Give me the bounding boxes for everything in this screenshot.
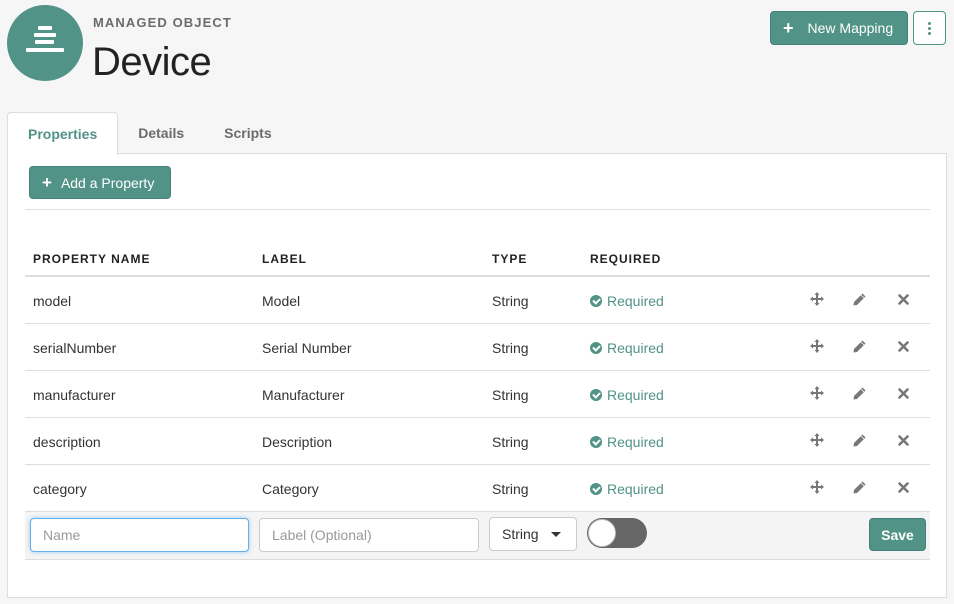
property-type: String: [492, 387, 529, 403]
managed-object-icon: [7, 5, 83, 81]
table-row: serialNumber Serial Number String Requir…: [25, 324, 930, 371]
delete-x-icon[interactable]: [894, 431, 912, 449]
required-status: Required: [590, 293, 664, 309]
property-type: String: [492, 481, 529, 497]
delete-x-icon[interactable]: [894, 290, 912, 308]
property-label: Manufacturer: [262, 387, 345, 403]
add-property-label: Add a Property: [60, 174, 155, 191]
plus-icon: +: [42, 173, 52, 192]
move-icon[interactable]: [808, 478, 826, 496]
divider: [25, 209, 930, 210]
vertical-ellipsis-icon: [928, 21, 931, 35]
property-label-input[interactable]: [259, 518, 479, 552]
tab-details[interactable]: Details: [118, 112, 204, 154]
page-title: Device: [92, 40, 212, 84]
new-mapping-button[interactable]: + New Mapping: [770, 11, 908, 45]
required-text: Required: [607, 481, 664, 497]
required-text: Required: [607, 340, 664, 356]
table-row: description Description String Required: [25, 418, 930, 465]
property-label: Category: [262, 481, 319, 497]
new-property-row: String Save: [25, 512, 930, 560]
toggle-knob: [588, 519, 616, 547]
plus-icon: +: [783, 18, 794, 38]
object-type-label: MANAGED OBJECT: [93, 15, 232, 30]
save-button[interactable]: Save: [869, 518, 926, 551]
required-status: Required: [590, 434, 664, 450]
property-type: String: [492, 293, 529, 309]
property-type-select[interactable]: String: [489, 517, 577, 551]
edit-pencil-icon[interactable]: [850, 290, 868, 308]
property-label: Description: [262, 434, 333, 450]
page-header: MANAGED OBJECT Device + New Mapping: [0, 0, 954, 100]
check-circle-icon: [590, 483, 602, 495]
check-circle-icon: [590, 342, 602, 354]
column-header-type: TYPE: [492, 252, 528, 266]
required-status: Required: [590, 340, 664, 356]
table-row: model Model String Required: [25, 277, 930, 324]
more-options-button[interactable]: [913, 11, 946, 45]
table-row: manufacturer Manufacturer String Require…: [25, 371, 930, 418]
caret-down-icon: [550, 531, 561, 537]
column-header-label: LABEL: [262, 252, 307, 266]
check-circle-icon: [590, 436, 602, 448]
edit-pencil-icon[interactable]: [850, 431, 868, 449]
column-header-required: REQUIRED: [590, 252, 662, 266]
properties-panel: + Add a Property PROPERTY NAME LABEL TYP…: [7, 153, 947, 598]
property-label: Model: [262, 293, 301, 309]
tab-properties[interactable]: Properties: [7, 112, 119, 155]
column-header-property-name: PROPERTY NAME: [33, 252, 151, 266]
new-mapping-label: New Mapping: [807, 20, 894, 36]
required-status: Required: [590, 387, 664, 403]
property-name: description: [33, 434, 101, 450]
property-name: manufacturer: [33, 387, 116, 403]
property-type: String: [492, 434, 529, 450]
check-circle-icon: [590, 295, 602, 307]
required-status: Required: [590, 481, 664, 497]
required-text: Required: [607, 293, 664, 309]
edit-pencil-icon[interactable]: [850, 478, 868, 496]
move-icon[interactable]: [808, 384, 826, 402]
property-name: category: [33, 481, 87, 497]
properties-table: PROPERTY NAME LABEL TYPE REQUIRED model …: [25, 239, 930, 560]
delete-x-icon[interactable]: [894, 384, 912, 402]
add-property-button[interactable]: + Add a Property: [29, 166, 171, 199]
move-icon[interactable]: [808, 290, 826, 308]
table-header: PROPERTY NAME LABEL TYPE REQUIRED: [25, 239, 930, 277]
move-icon[interactable]: [808, 337, 826, 355]
property-type: String: [492, 340, 529, 356]
tab-bar: Properties Details Scripts: [7, 112, 292, 155]
required-text: Required: [607, 434, 664, 450]
property-label: Serial Number: [262, 340, 352, 356]
property-name: model: [33, 293, 72, 309]
delete-x-icon[interactable]: [894, 337, 912, 355]
edit-pencil-icon[interactable]: [850, 337, 868, 355]
edit-pencil-icon[interactable]: [850, 384, 868, 402]
property-name: serialNumber: [33, 340, 117, 356]
property-name-input[interactable]: [30, 518, 249, 552]
move-icon[interactable]: [808, 431, 826, 449]
tab-scripts[interactable]: Scripts: [204, 112, 291, 154]
table-row: category Category String Required: [25, 465, 930, 512]
required-toggle[interactable]: [587, 518, 647, 548]
required-text: Required: [607, 387, 664, 403]
delete-x-icon[interactable]: [894, 478, 912, 496]
check-circle-icon: [590, 389, 602, 401]
type-select-value: String: [502, 526, 539, 542]
